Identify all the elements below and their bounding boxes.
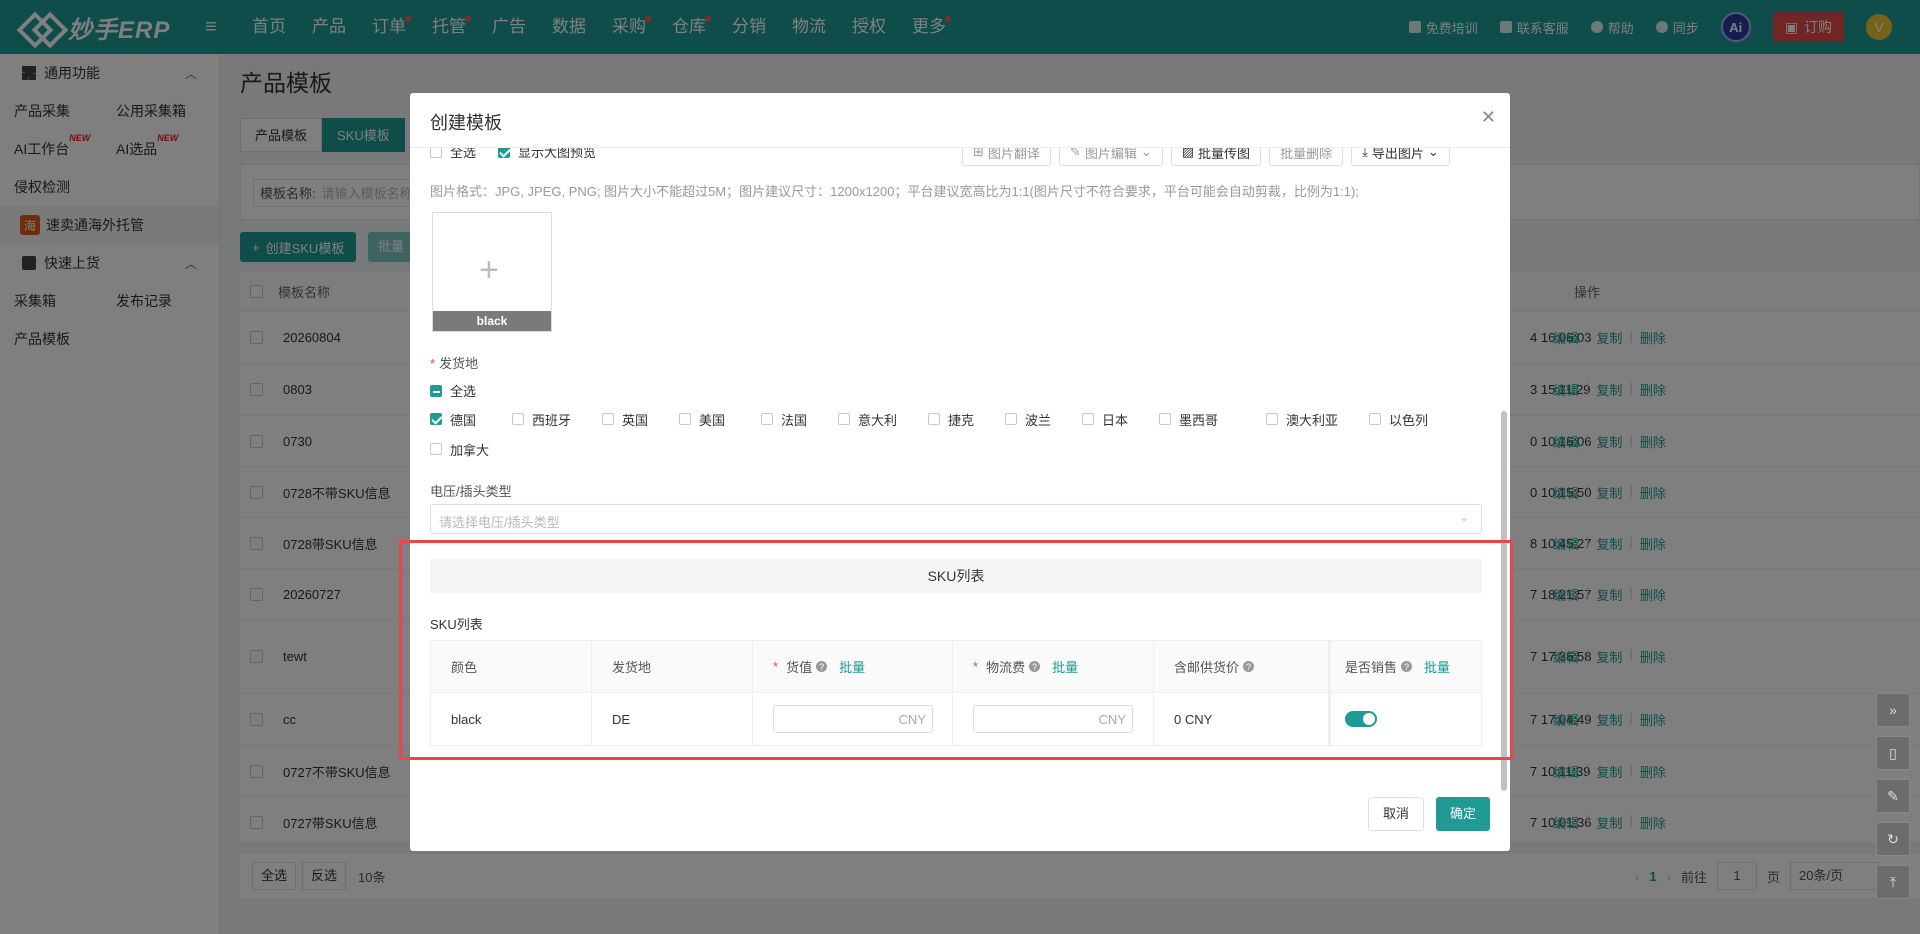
country-checkbox[interactable]: 加拿大	[430, 434, 530, 464]
batch-upload-button[interactable]: ▨ 批量传图	[1170, 147, 1262, 166]
country-checkbox[interactable]: 西班牙	[512, 404, 602, 434]
batch-delete-button[interactable]: 批量删除	[1269, 148, 1344, 166]
select-all-images[interactable]: 全选	[430, 148, 476, 161]
country-checkbox[interactable]: 法国	[761, 404, 838, 434]
country-checkbox[interactable]: 日本	[1082, 404, 1159, 434]
edit-note-icon[interactable]: ✎	[1876, 779, 1910, 813]
image-hint: 图片格式：JPG, JPEG, PNG; 图片大小不能超过5M；图片建议尺寸：1…	[430, 184, 1359, 199]
mobile-icon[interactable]: ▯	[1876, 736, 1910, 770]
country-checkbox[interactable]: 捷克	[928, 404, 1005, 434]
plus-icon: +	[479, 251, 499, 289]
country-checkbox[interactable]: 波兰	[1005, 404, 1082, 434]
image-caption: black	[433, 311, 551, 331]
highlight-box	[399, 540, 1513, 760]
modal-footer: 取消 确定	[1367, 797, 1490, 831]
image-tools: ⊞ 图片翻译 ✎ 图片编辑 ⌄ ▨ 批量传图 批量删除 ⤓ 导出图片 ⌄	[962, 148, 1450, 166]
image-edit-button[interactable]: ✎ 图片编辑 ⌄	[1058, 147, 1163, 166]
modal-title: 创建模板	[430, 113, 502, 133]
refresh-icon[interactable]: ↻	[1876, 822, 1910, 856]
ship-from-countries: 德国 西班牙 英国 美国 法国 意大利 捷克 波兰 日本 墨西哥 澳大利亚 以色列加拿大	[430, 404, 1490, 464]
country-checkbox[interactable]: 墨西哥	[1159, 404, 1266, 434]
show-preview-checkbox[interactable]: 显示大图预览	[498, 148, 596, 161]
country-checkbox[interactable]: 以色列	[1369, 404, 1464, 434]
export-image-button[interactable]: ⤓ 导出图片 ⌄	[1351, 147, 1450, 166]
chevron-down-icon: ⌄	[1458, 510, 1469, 524]
chevron-down-icon: ⌄	[1427, 147, 1439, 159]
back-to-top-icon[interactable]: ⤒	[1876, 865, 1910, 899]
image-icon: ▨	[1181, 147, 1195, 159]
confirm-button[interactable]: 确定	[1435, 797, 1490, 831]
pen-icon: ✎	[1069, 147, 1081, 159]
download-icon: ⤓	[1362, 147, 1368, 159]
image-upload-card[interactable]: + black	[432, 212, 552, 332]
voltage-label: 电压/插头类型	[430, 484, 512, 499]
country-checkbox[interactable]: 德国	[430, 404, 512, 434]
ship-from-label: * 发货地	[430, 356, 479, 371]
translate-icon: ⊞	[973, 147, 984, 159]
chevron-down-icon: ⌄	[1140, 147, 1152, 159]
cancel-button[interactable]: 取消	[1367, 797, 1424, 831]
collapse-right-icon[interactable]: »	[1876, 693, 1910, 727]
voltage-select[interactable]: 请选择电压/插头类型 ⌄	[430, 504, 1482, 534]
image-translate-button[interactable]: ⊞ 图片翻译	[962, 147, 1051, 166]
image-toolbar-row: 全选 显示大图预览	[430, 148, 596, 161]
country-checkbox[interactable]: 意大利	[838, 404, 928, 434]
ship-select-all-checkbox[interactable]: 全选	[430, 381, 476, 400]
country-checkbox[interactable]: 英国	[602, 404, 679, 434]
country-checkbox[interactable]: 美国	[679, 404, 761, 434]
close-icon[interactable]: ✕	[1481, 107, 1496, 128]
country-checkbox[interactable]: 澳大利亚	[1266, 404, 1369, 434]
floating-tools: » ▯ ✎ ↻ ⤒	[1876, 693, 1910, 908]
